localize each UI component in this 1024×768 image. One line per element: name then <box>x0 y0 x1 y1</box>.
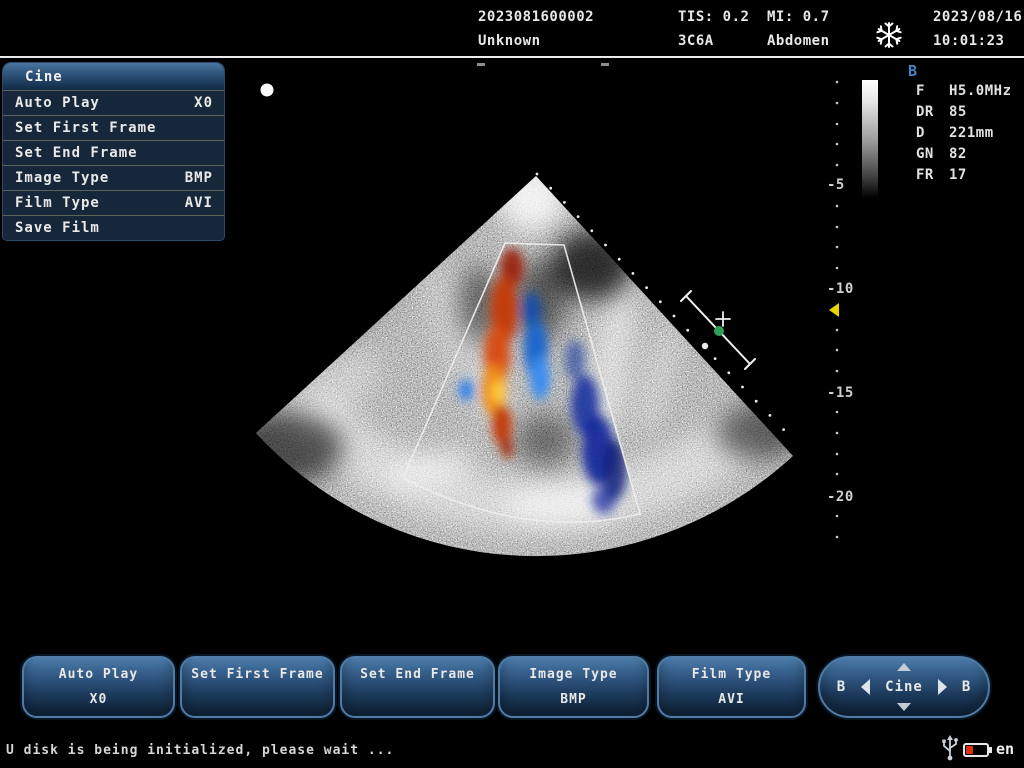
page-right-arrow-icon[interactable] <box>938 679 947 695</box>
softkey-label: Set First Frame <box>191 667 323 682</box>
menu-item-set-first-frame[interactable]: Set First Frame <box>3 115 224 140</box>
param-value: 221mm <box>949 125 994 146</box>
mode-left-label: B <box>837 679 846 695</box>
system-time: 10:01:23 <box>933 33 1022 49</box>
exam-preset: Abdomen <box>767 33 830 49</box>
mode-indicator: B <box>908 62 917 80</box>
menu-item-label: Set First Frame <box>15 120 156 136</box>
language-indicator[interactable]: en <box>996 740 1014 758</box>
menu-item-label: Save Film <box>15 220 100 236</box>
param-value: 17 <box>949 167 967 188</box>
softkey-value: AVI <box>718 692 744 707</box>
ultrasound-screen: 2023081600002 Unknown TIS: 0.2 3C6A MI: … <box>0 0 1024 768</box>
menu-item-value: AVI <box>185 195 213 211</box>
mi-value: MI: 0.7 <box>767 9 830 25</box>
param-label: FR <box>916 167 949 188</box>
softkey-label: Set End Frame <box>360 667 475 682</box>
tis-value: TIS: 0.2 <box>678 9 749 25</box>
top-info-bar: 2023081600002 Unknown TIS: 0.2 3C6A MI: … <box>0 0 1024 58</box>
top-scale-mark <box>477 63 485 66</box>
menu-item-save-film[interactable]: Save Film <box>3 215 224 240</box>
probe-model: 3C6A <box>678 33 749 49</box>
battery-icon <box>963 743 989 757</box>
param-value: 85 <box>949 104 967 125</box>
switcher-center-label: Cine <box>885 679 923 695</box>
param-label: GN <box>916 146 949 167</box>
param-value: H5.0MHz <box>949 83 1012 104</box>
param-label: F <box>916 83 949 104</box>
cine-context-menu: Cine Auto Play X0 Set First Frame Set En… <box>2 62 225 241</box>
menu-item-set-end-frame[interactable]: Set End Frame <box>3 140 224 165</box>
page-up-arrow-icon[interactable] <box>897 663 911 671</box>
mode-right-label: B <box>962 679 971 695</box>
depth-label: -20 <box>827 489 867 505</box>
status-message: U disk is being initialized, please wait… <box>6 743 394 758</box>
softkey-label: Auto Play <box>59 667 138 682</box>
menu-item-label: Film Type <box>15 195 100 211</box>
depth-label: -15 <box>827 385 867 401</box>
softkey-image-type[interactable]: Image Type BMP <box>498 656 649 718</box>
caliper-endpoint-marker[interactable] <box>714 326 724 336</box>
system-date: 2023/08/16 <box>933 9 1022 25</box>
softkey-value: X0 <box>90 692 108 707</box>
menu-item-label: Auto Play <box>15 95 100 111</box>
softkey-label: Image Type <box>529 667 617 682</box>
usb-icon <box>940 734 960 762</box>
menu-item-image-type[interactable]: Image Type BMP <box>3 165 224 190</box>
focus-position-marker[interactable] <box>829 303 839 317</box>
menu-item-auto-play[interactable]: Auto Play X0 <box>3 90 224 115</box>
depth-label: -10 <box>827 281 867 297</box>
menu-item-film-type[interactable]: Film Type AVI <box>3 190 224 215</box>
softkey-value: BMP <box>560 692 586 707</box>
menu-title: Cine <box>3 63 224 90</box>
depth-label: -5 <box>827 177 867 193</box>
param-label: DR <box>916 104 949 125</box>
top-scale-mark <box>601 63 609 66</box>
patient-id: 2023081600002 <box>478 9 594 25</box>
softkey-film-type[interactable]: Film Type AVI <box>657 656 806 718</box>
softkey-set-end-frame[interactable]: Set End Frame <box>340 656 495 718</box>
patient-name: Unknown <box>478 33 594 49</box>
image-parameters: FH5.0MHz DR85 D221mm GN82 FR17 <box>916 83 1012 188</box>
softkey-auto-play[interactable]: Auto Play X0 <box>22 656 175 718</box>
softkey-set-first-frame[interactable]: Set First Frame <box>180 656 335 718</box>
menu-item-label: Image Type <box>15 170 109 186</box>
param-label: D <box>916 125 949 146</box>
probe-orientation-marker <box>261 84 274 97</box>
menu-item-value: X0 <box>194 95 213 111</box>
menu-item-label: Set End Frame <box>15 145 138 161</box>
freeze-snowflake-icon <box>874 20 904 50</box>
mode-page-switcher[interactable]: B Cine B <box>818 656 990 718</box>
menu-item-value: BMP <box>185 170 213 186</box>
softkey-label: Film Type <box>692 667 771 682</box>
param-value: 82 <box>949 146 967 167</box>
page-down-arrow-icon[interactable] <box>897 703 911 711</box>
battery-level <box>966 746 973 754</box>
page-left-arrow-icon[interactable] <box>861 679 870 695</box>
